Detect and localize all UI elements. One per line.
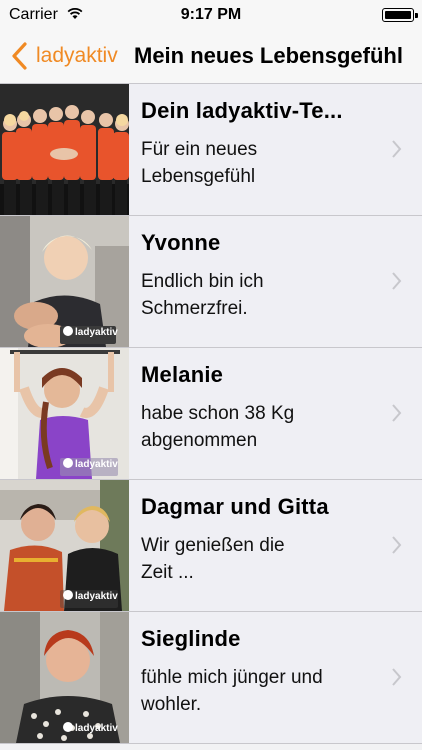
chevron-right-icon [392, 668, 402, 686]
ladyaktiv-watermark: ladyaktiv [63, 326, 118, 338]
list-item-dagmar-gitta[interactable]: ladyaktiv Dagmar und Gitta Wir genießen … [0, 480, 422, 612]
list-item-subtitle: fühle mich jünger und wohler. [141, 667, 323, 715]
back-button[interactable]: ladyaktiv [10, 40, 118, 72]
ladyaktiv-watermark: ladyaktiv [63, 722, 118, 734]
melanie-photo: ladyaktiv [0, 348, 129, 479]
list-item-subtitle: habe schon 38 Kg abgenommen [141, 403, 295, 451]
list-item-title: Dagmar und Gitta [141, 494, 329, 519]
ladyaktiv-watermark: ladyaktiv [63, 458, 118, 470]
dagmar-gitta-photo: ladyaktiv [0, 480, 129, 611]
list-item-title: Yvonne [141, 230, 221, 255]
list-item-subtitle: Für ein neues Lebensgefühl [141, 139, 258, 187]
status-bar: Carrier 9:17 PM [0, 0, 422, 30]
list-item-team[interactable]: Dein ladyaktiv-Te... Für ein neues Leben… [0, 84, 422, 216]
list-item-title: Dein ladyaktiv-Te... [141, 98, 343, 123]
list-item-sieglinde[interactable]: ladyaktiv Sieglinde fühle mich jünger un… [0, 612, 422, 744]
chevron-right-icon [392, 404, 402, 422]
navigation-bar: ladyaktiv Mein neues Lebensgefühl [0, 30, 422, 84]
list-item-title: Melanie [141, 362, 224, 387]
list-item-subtitle: Endlich bin ich Schmerzfrei. [141, 271, 264, 319]
yvonne-photo: ladyaktiv [0, 216, 129, 347]
sieglinde-photo: ladyaktiv [0, 612, 129, 743]
chevron-right-icon [392, 140, 402, 158]
team-photo [0, 84, 129, 215]
back-button-label: ladyaktiv [36, 44, 118, 67]
list-item-melanie[interactable]: ladyaktiv Melanie habe schon 38 Kg abgen… [0, 348, 422, 480]
testimonial-list: Dein ladyaktiv-Te... Für ein neues Leben… [0, 84, 422, 744]
list-item-yvonne[interactable]: ladyaktiv Yvonne Endlich bin ich Schmerz… [0, 216, 422, 348]
list-item-subtitle: Wir genießen die Zeit ... [141, 535, 285, 583]
list-item-title: Sieglinde [141, 626, 241, 651]
clock-label: 9:17 PM [180, 6, 242, 23]
ladyaktiv-watermark: ladyaktiv [63, 590, 118, 602]
chevron-right-icon [392, 536, 402, 554]
chevron-left-icon [12, 42, 27, 70]
battery-icon [382, 8, 418, 22]
page-title: Mein neues Lebensgefühl [134, 43, 403, 68]
chevron-right-icon [392, 272, 402, 290]
